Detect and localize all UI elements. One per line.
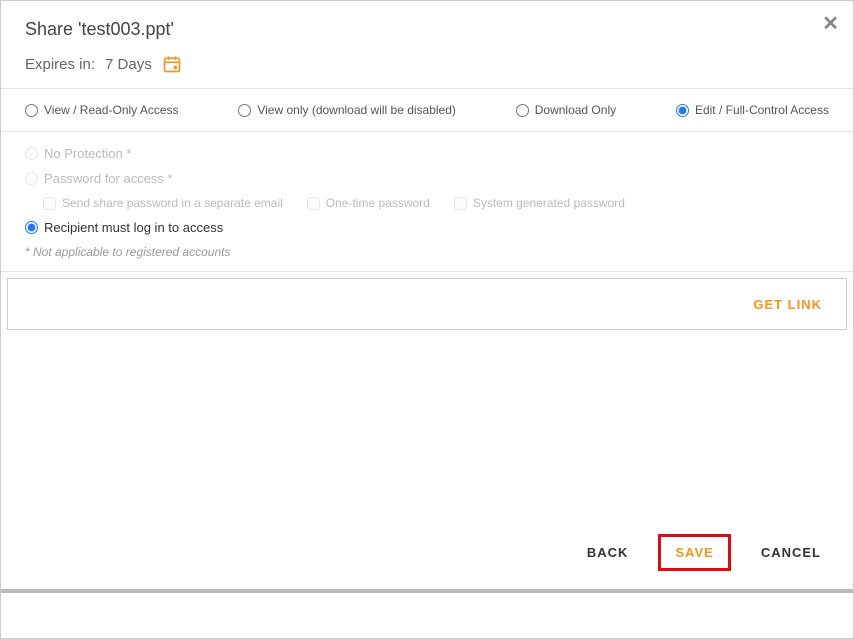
radio-download-label: Download Only (535, 103, 616, 117)
save-button[interactable]: SAVE (658, 534, 730, 571)
chk-separate-email-input (43, 197, 56, 210)
chk-sysgen: System generated password (454, 196, 625, 210)
back-button[interactable]: BACK (583, 537, 633, 568)
chk-sysgen-label: System generated password (473, 196, 625, 210)
radio-view-input[interactable] (25, 104, 38, 117)
radio-login[interactable]: Recipient must log in to access (25, 220, 829, 235)
bottom-bar: GET LINK (7, 278, 847, 330)
chk-otp-input (307, 197, 320, 210)
chk-separate-email-label: Send share password in a separate email (62, 196, 283, 210)
chk-separate-email: Send share password in a separate email (43, 196, 283, 210)
radio-view-label: View / Read-Only Access (44, 103, 179, 117)
dialog-header: Share 'test003.ppt' (1, 1, 853, 46)
radio-login-input[interactable] (25, 221, 38, 234)
radio-download-input[interactable] (516, 104, 529, 117)
radio-login-label: Recipient must log in to access (44, 220, 223, 235)
radio-download[interactable]: Download Only (516, 103, 616, 117)
dialog-title: Share 'test003.ppt' (25, 19, 829, 40)
radio-edit-label: Edit / Full-Control Access (695, 103, 829, 117)
get-link-button[interactable]: GET LINK (753, 297, 822, 312)
protection-note: * Not applicable to registered accounts (25, 245, 829, 259)
radio-edit-input[interactable] (676, 104, 689, 117)
radio-no-protection-label: No Protection * (44, 146, 131, 161)
calendar-icon[interactable] (162, 54, 182, 74)
radio-view-only[interactable]: View only (download will be disabled) (238, 103, 456, 117)
radio-view-only-label: View only (download will be disabled) (257, 103, 456, 117)
radio-edit[interactable]: Edit / Full-Control Access (676, 103, 829, 117)
chk-sysgen-input (454, 197, 467, 210)
radio-password-input (25, 172, 38, 185)
radio-no-protection: No Protection * (25, 146, 829, 161)
expires-value[interactable]: 7 Days (105, 56, 152, 73)
dialog-footer: BACK SAVE CANCEL (1, 516, 853, 593)
expires-label: Expires in: (25, 56, 95, 73)
password-subchecks: Send share password in a separate email … (43, 196, 829, 210)
radio-view[interactable]: View / Read-Only Access (25, 103, 179, 117)
radio-view-only-input[interactable] (238, 104, 251, 117)
radio-password: Password for access * (25, 171, 829, 186)
protection-section: No Protection * Password for access * Se… (1, 132, 853, 272)
radio-no-protection-input (25, 147, 38, 160)
close-icon[interactable]: ✕ (822, 11, 839, 36)
access-mode-row: View / Read-Only Access View only (downl… (1, 89, 853, 132)
chk-otp-label: One-time password (326, 196, 430, 210)
cancel-button[interactable]: CANCEL (757, 537, 825, 568)
chk-otp: One-time password (307, 196, 430, 210)
expires-row: Expires in: 7 Days (1, 46, 853, 89)
radio-password-label: Password for access * (44, 171, 173, 186)
share-dialog: ✕ Share 'test003.ppt' Expires in: 7 Days… (1, 1, 853, 338)
